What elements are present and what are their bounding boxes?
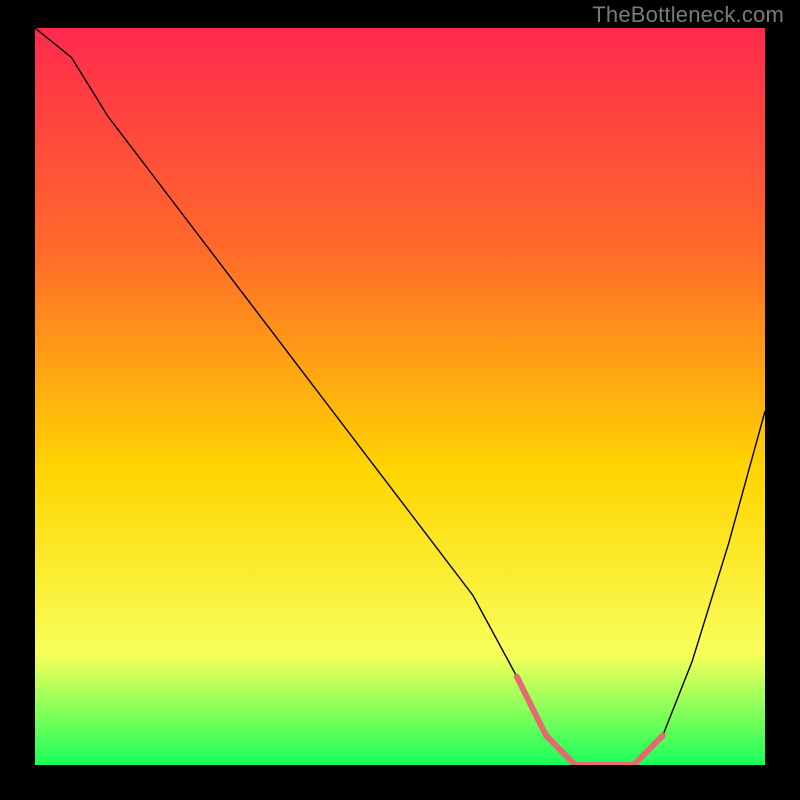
chart-frame: TheBottleneck.com: [0, 0, 800, 800]
gradient-bg: [35, 28, 765, 765]
plot-svg: [35, 28, 765, 765]
watermark-text: TheBottleneck.com: [592, 2, 784, 28]
plot-area: [35, 28, 765, 765]
